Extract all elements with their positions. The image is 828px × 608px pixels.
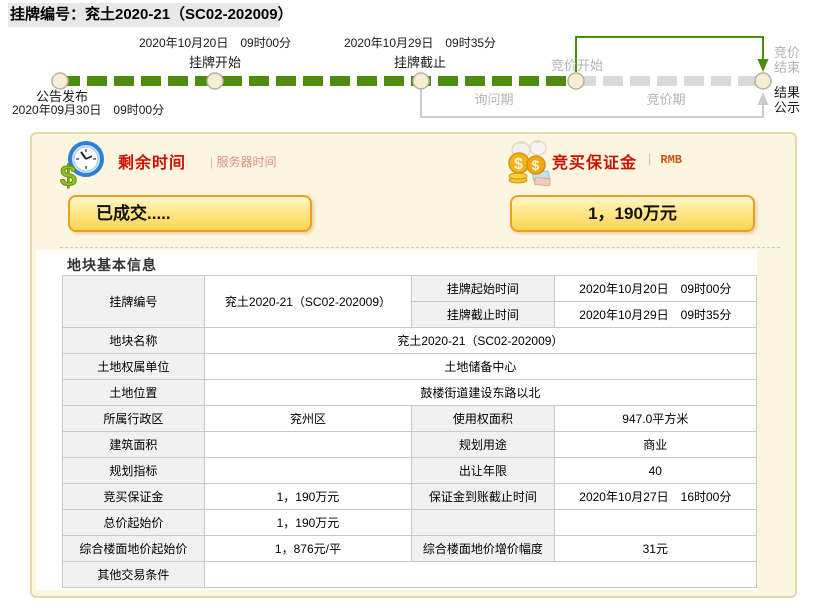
remaining-time-title: 剩余时间	[118, 155, 187, 172]
start-time-label: 挂牌起始时间	[411, 275, 555, 302]
location-value: 鼓楼街道建设东路以北	[203, 379, 758, 406]
parcel-name-label: 地块名称	[62, 327, 205, 354]
announce-date: 2020年09月30日 09时00分	[12, 103, 164, 117]
parcel-info-table: 挂牌编号 兖土2020-21（SC02-202009） 挂牌起始时间 2020年…	[62, 275, 758, 588]
table-row: 其他交易条件	[62, 561, 758, 588]
svg-text:$: $	[532, 157, 540, 173]
plan-index-label: 规划指标	[62, 457, 205, 484]
currency-label: | RMB	[646, 153, 683, 167]
table-row: 竞买保证金 1，190万元 保证金到账截止时间 2020年10月27日 16时0…	[62, 483, 758, 510]
owner-label: 土地权属单位	[62, 353, 205, 380]
svg-text:$: $	[514, 156, 523, 173]
table-row: 地块名称 兖土2020-21（SC02-202009）	[62, 327, 758, 354]
empty-value-cell	[553, 509, 758, 536]
end-time-label: 挂牌截止时间	[411, 301, 555, 328]
svg-text:$: $	[60, 160, 77, 190]
node-bid-start	[567, 72, 585, 90]
bid-deposit-label: 竞买保证金	[62, 483, 205, 510]
planned-use-value: 商业	[553, 431, 758, 458]
node-listing-start	[206, 72, 224, 90]
building-area-label: 建筑面积	[62, 431, 205, 458]
listing-number-header: 挂牌编号：兖土2020-21（SC02-202009）	[8, 3, 293, 27]
listing-end-date: 2020年10月29日 09时35分	[344, 36, 496, 50]
table-row: 所属行政区 兖州区 使用权面积 947.0平方米	[62, 405, 758, 432]
use-area-label: 使用权面积	[411, 405, 555, 432]
node-listing-end	[412, 72, 430, 90]
bid-start-label: 竞价开始	[551, 58, 603, 73]
listing-start-label: 挂牌开始	[189, 55, 241, 70]
parcel-info-section: 地块基本信息 挂牌编号 兖土2020-21（SC02-202009） 挂牌起始时…	[36, 250, 758, 590]
other-terms-value	[203, 561, 758, 588]
table-row: 综合楼面地价起始价 1，876元/平 综合楼面地价增价幅度 31元	[62, 535, 758, 562]
building-area-value	[203, 431, 413, 458]
money-bags-icon: $ $	[508, 140, 551, 187]
bidding-period-label: 竞价期	[646, 92, 685, 107]
floor-price-step-label: 综合楼面地价增价幅度	[411, 535, 555, 562]
location-label: 土地位置	[62, 379, 205, 406]
deposit-deadline-value: 2020年10月27日 16时00分	[553, 483, 758, 510]
node-bid-end	[754, 72, 772, 90]
other-terms-label: 其他交易条件	[62, 561, 205, 588]
district-value: 兖州区	[203, 405, 413, 432]
result-arrow-up-icon	[757, 92, 769, 105]
floor-price-start-label: 综合楼面地价起始价	[62, 535, 205, 562]
total-start-price-value: 1，190万元	[203, 509, 413, 536]
auction-timeline: 2020年10月20日 09时00分 挂牌开始 2020年10月29日 09时3…	[12, 36, 800, 118]
plan-index-value	[203, 457, 413, 484]
bid-end-label-line2: 结束	[774, 60, 800, 75]
section-divider	[60, 247, 780, 248]
auction-status-panel: $ 剩余时间 | 服务器时间 已成交..... $ $ 竞买保证金 | RMB …	[30, 132, 797, 598]
tenure-value: 40	[553, 457, 758, 484]
inquiry-period-label: 询问期	[474, 92, 513, 107]
deposit-amount-button[interactable]: 1，190万元	[510, 195, 755, 232]
empty-label-cell	[411, 509, 555, 536]
table-row: 规划指标 出让年限 40	[62, 457, 758, 484]
bid-deposit-value: 1，190万元	[203, 483, 413, 510]
owner-value: 土地储备中心	[203, 353, 758, 380]
total-start-price-label: 总价起始价	[62, 509, 205, 536]
listing-start-date: 2020年10月20日 09时00分	[139, 36, 291, 50]
bid-end-label-line1: 竞价	[774, 45, 800, 60]
listing-number-text: 挂牌编号：兖土2020-21（SC02-202009）	[10, 6, 293, 23]
deposit-title: 竞买保证金	[552, 155, 638, 172]
server-time-label: | 服务器时间	[210, 155, 277, 169]
use-area-value: 947.0平方米	[553, 405, 758, 432]
result-bracket-line	[420, 89, 764, 118]
result-label-line1: 结果	[774, 85, 800, 100]
announce-label: 公告发布	[36, 89, 88, 104]
floor-price-start-value: 1，876元/平	[203, 535, 413, 562]
result-label-line2: 公示	[774, 100, 800, 115]
listing-no-value: 兖土2020-21（SC02-202009）	[203, 275, 413, 328]
table-row: 建筑面积 规划用途 商业	[62, 431, 758, 458]
parcel-name-value: 兖土2020-21（SC02-202009）	[203, 327, 758, 354]
district-label: 所属行政区	[62, 405, 205, 432]
end-time-value: 2020年10月29日 09时35分	[553, 301, 758, 328]
table-row: 土地位置 鼓楼街道建设东路以北	[62, 379, 758, 406]
table-row: 总价起始价 1，190万元	[62, 509, 758, 536]
table-row: 挂牌编号 兖土2020-21（SC02-202009） 挂牌起始时间 2020年…	[62, 275, 758, 328]
table-row: 土地权属单位 土地储备中心	[62, 353, 758, 380]
clock-dollar-icon: $	[60, 141, 104, 190]
bidding-arrow-down-icon	[757, 59, 769, 72]
bidding-bracket-line	[575, 36, 764, 72]
deal-status-button[interactable]: 已成交.....	[68, 195, 312, 232]
listing-end-label: 挂牌截止	[394, 55, 446, 70]
parcel-info-title: 地块基本信息	[67, 257, 157, 273]
floor-price-step-value: 31元	[553, 535, 758, 562]
node-announce	[51, 72, 69, 90]
deposit-deadline-label: 保证金到账截止时间	[411, 483, 555, 510]
start-time-value: 2020年10月20日 09时00分	[553, 275, 758, 302]
planned-use-label: 规划用途	[411, 431, 555, 458]
tenure-label: 出让年限	[411, 457, 555, 484]
listing-no-label: 挂牌编号	[62, 275, 205, 328]
